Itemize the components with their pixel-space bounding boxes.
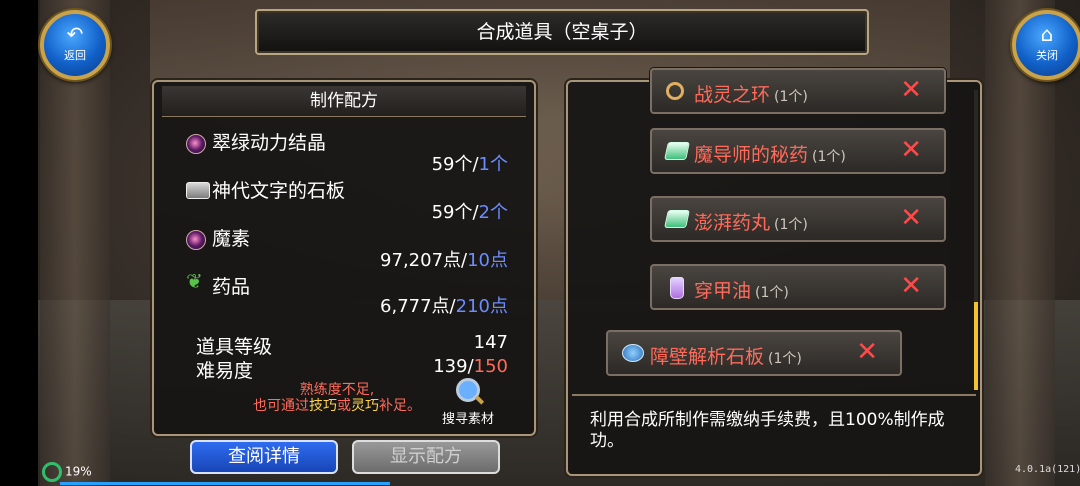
close-button[interactable]: ⌂ 关闭 [1012, 10, 1080, 80]
material-name[interactable]: 魔素 [212, 224, 250, 251]
item-quantity: (1个) [755, 285, 789, 301]
orb-icon [186, 230, 206, 250]
herb-icon: ❦ [186, 269, 203, 293]
close-icon[interactable]: ✕ [900, 76, 922, 104]
version-label: 4.0.1a(121) [1015, 464, 1080, 475]
progress-line [60, 482, 390, 485]
item-level-label: 道具等级 [196, 336, 273, 358]
home-icon: ⌂ [1040, 22, 1054, 46]
difficulty-value: 139/150 [433, 356, 508, 377]
item-name: 战灵之环 [694, 84, 771, 106]
search-materials-button[interactable]: 搜寻素材 [436, 378, 500, 427]
list-item[interactable]: 战灵之环 (1个) ✕ [650, 68, 946, 114]
close-icon[interactable]: ✕ [900, 136, 922, 164]
show-recipe-button[interactable]: 显示配方 [352, 440, 500, 474]
material-name[interactable]: 翠绿动力结晶 [212, 128, 326, 155]
item-quantity: (1个) [812, 149, 846, 165]
battery-icon [42, 462, 62, 482]
back-label: 返回 [64, 49, 86, 62]
battery-indicator: 19% [42, 462, 92, 482]
close-label: 关闭 [1036, 49, 1058, 62]
scrollbar-thumb[interactable] [974, 302, 978, 390]
material-name[interactable]: 药品 [212, 272, 250, 299]
item-name: 澎湃药丸 [694, 212, 771, 234]
description-box: 利用合成所制作需缴纳手续费，且100%制作成功。 [572, 394, 976, 472]
material-count: 97,207点/10点 [380, 250, 508, 271]
magnifier-icon [456, 378, 480, 402]
skill-warning: 熟练度不足, 也可通过技巧或灵巧补足。 [253, 382, 421, 414]
back-arrow-icon: ↶ [66, 22, 84, 46]
item-list-panel: 战灵之环 (1个) ✕ 魔导师的秘药 (1个) ✕ 澎湃药丸 (1个) ✕ 穿甲油 (1… [566, 68, 982, 476]
back-button[interactable]: ↶ 返回 [40, 10, 110, 80]
list-item[interactable]: 魔导师的秘药 (1个) ✕ [650, 128, 946, 174]
item-name: 魔导师的秘药 [694, 144, 809, 166]
difficulty-label: 难易度 [196, 360, 254, 382]
material-count: 59个/2个 [431, 202, 508, 223]
item-level-value: 147 [473, 332, 508, 353]
close-icon[interactable]: ✕ [900, 272, 922, 300]
item-quantity: (1个) [774, 89, 808, 105]
item-quantity: (1个) [774, 217, 808, 233]
window-title: 合成道具（空桌子） [255, 9, 869, 55]
stone-icon [622, 344, 644, 362]
recipe-header: 制作配方 [162, 86, 526, 117]
orb-icon [186, 134, 206, 154]
list-item[interactable]: 澎湃药丸 (1个) ✕ [650, 196, 946, 242]
stone-slab-icon [186, 182, 210, 199]
screen-edge [0, 0, 38, 486]
potion-icon [664, 210, 690, 228]
material-count: 59个/1个 [431, 154, 508, 175]
material-count: 6,777点/210点 [380, 296, 508, 317]
ring-icon [666, 82, 684, 100]
item-name: 障壁解析石板 [650, 346, 765, 368]
bottle-icon [670, 277, 684, 299]
item-quantity: (1个) [768, 351, 802, 367]
description-text: 利用合成所制作需缴纳手续费，且100%制作成功。 [590, 410, 945, 451]
view-details-button[interactable]: 查阅详情 [190, 440, 338, 474]
list-item[interactable]: 穿甲油 (1个) ✕ [650, 264, 946, 310]
search-label: 搜寻素材 [441, 412, 494, 427]
close-icon[interactable]: ✕ [856, 338, 878, 366]
material-name[interactable]: 神代文字的石板 [212, 176, 345, 203]
recipe-panel: 制作配方 翠绿动力结晶 59个/1个 神代文字的石板 59个/2个 魔素 97,… [152, 80, 536, 436]
potion-icon [664, 142, 690, 160]
item-name: 穿甲油 [694, 280, 752, 302]
close-icon[interactable]: ✕ [900, 204, 922, 232]
list-item[interactable]: 障壁解析石板 (1个) ✕ [606, 330, 902, 376]
